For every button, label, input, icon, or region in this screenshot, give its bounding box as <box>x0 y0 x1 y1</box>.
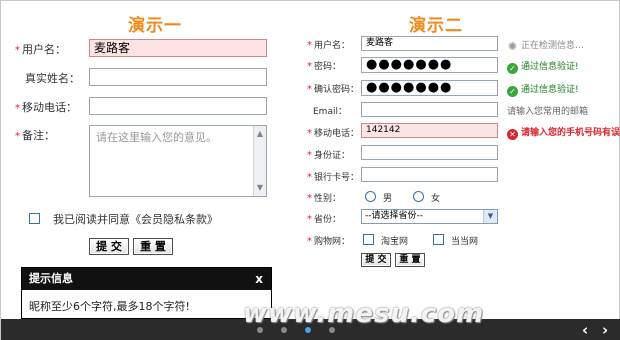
tip-title: 提示信息 <box>29 272 73 285</box>
gender-male-label: 男 <box>383 194 393 204</box>
r-confirm-input[interactable]: ●●●●●●● <box>361 80 498 96</box>
email-hint: 请输入您常用的邮箱 <box>507 107 589 117</box>
required-star: * <box>307 150 312 161</box>
phone-input[interactable] <box>89 97 267 115</box>
r-confirm-label: * 确认密码： <box>307 84 360 95</box>
password-ok-hint: ✓ 通过信息验证! <box>507 59 579 74</box>
required-star: * <box>307 84 312 95</box>
note-textarea[interactable]: 请在这里输入您的意见。 ▲ ▼ <box>89 125 267 197</box>
shop-taobao-checkbox[interactable] <box>363 234 374 245</box>
shop-dangdang-checkbox[interactable] <box>433 234 444 245</box>
prev-arrow-icon[interactable]: ‹ <box>582 321 588 339</box>
r-id-label: * 身份证： <box>307 150 351 161</box>
r-mobile-label: * 移动电话： <box>307 128 360 139</box>
left-title: 演示一 <box>128 16 182 36</box>
scroll-up-icon[interactable]: ▲ <box>255 128 265 140</box>
required-star: * <box>307 236 312 247</box>
province-select[interactable]: --请选择省份-- ▼ <box>361 209 498 224</box>
right-submit-button[interactable]: 提 交 <box>361 253 391 267</box>
close-icon[interactable]: x <box>255 268 263 290</box>
required-star: * <box>307 61 312 72</box>
required-star: * <box>15 131 20 142</box>
realname-input[interactable] <box>89 68 267 86</box>
r-gender-label: * 性别： <box>307 193 342 204</box>
watermark: www.mesu.com <box>243 299 485 329</box>
username-loading-hint: ✺ 正在检测信息… <box>507 40 585 53</box>
r-shop-label: * 购物网： <box>307 236 351 247</box>
required-star: * <box>307 40 312 51</box>
required-star: * <box>15 103 20 114</box>
province-selected: --请选择省份-- <box>365 211 423 221</box>
note-scrollbar[interactable]: ▲ ▼ <box>253 126 266 196</box>
scroll-down-icon[interactable]: ▼ <box>255 182 265 194</box>
next-arrow-icon[interactable]: › <box>602 321 608 339</box>
agree-text: 我已阅读并同意《会员隐私条款》 <box>53 213 218 226</box>
realname-label: 真实姓名： <box>25 72 80 85</box>
left-reset-button[interactable]: 重 置 <box>133 238 173 255</box>
demo-frame: 演示一 * 用户名： 麦路客 真实姓名： * 移动电话： * 备注： 请在这里输入您的… <box>0 0 620 340</box>
note-label: * 备注： <box>15 129 55 142</box>
tip-popup: 提示信息 x 昵称至少6个字符,最多18个字符! <box>21 267 272 319</box>
check-circle-icon: ✓ <box>507 63 518 74</box>
r-password-label: * 密码： <box>307 61 342 72</box>
r-username-input[interactable]: 麦路客 <box>361 36 498 51</box>
confirm-ok-hint: ✓ 通过信息验证! <box>507 82 579 97</box>
r-email-label: Email： <box>313 107 347 117</box>
username-input[interactable]: 麦路客 <box>89 39 267 57</box>
phone-label: * 移动电话： <box>15 101 77 114</box>
check-circle-icon: ✓ <box>507 86 518 97</box>
required-star: * <box>15 45 20 56</box>
note-placeholder: 请在这里输入您的意见。 <box>96 131 217 144</box>
required-star: * <box>307 172 312 183</box>
left-submit-button[interactable]: 提 交 <box>89 238 129 255</box>
gender-female-label: 女 <box>431 194 441 204</box>
r-password-input[interactable]: ●●●●●●● <box>361 57 498 73</box>
right-title: 演示二 <box>409 16 463 36</box>
shop-dangdang-label: 当当网 <box>451 237 479 247</box>
r-username-label: * 用户名： <box>307 40 351 51</box>
tip-message: 昵称至少6个字符,最多18个字符! <box>29 300 190 313</box>
shop-taobao-label: 淘宝网 <box>381 237 409 247</box>
r-bank-label: * 银行卡号： <box>307 172 360 183</box>
r-province-label: * 省份： <box>307 214 342 225</box>
gender-male-radio[interactable] <box>365 191 376 202</box>
r-id-input[interactable] <box>361 145 498 160</box>
agree-checkbox[interactable] <box>29 213 40 224</box>
required-star: * <box>307 214 312 225</box>
chevron-down-icon[interactable]: ▼ <box>483 210 497 223</box>
r-mobile-input[interactable]: 142142 <box>361 123 498 138</box>
required-star: * <box>307 193 312 204</box>
username-label: * 用户名： <box>15 43 66 56</box>
gender-female-radio[interactable] <box>413 191 424 202</box>
right-reset-button[interactable]: 重 置 <box>395 253 425 267</box>
tip-header: 提示信息 x <box>22 268 271 290</box>
r-bank-input[interactable] <box>361 167 498 182</box>
r-email-input[interactable] <box>361 102 498 117</box>
spinner-icon: ✺ <box>507 40 518 53</box>
mobile-error-hint: ✕ 请输入您的手机号码有误! <box>507 125 620 140</box>
required-star: * <box>307 128 312 139</box>
x-circle-icon: ✕ <box>507 129 518 140</box>
